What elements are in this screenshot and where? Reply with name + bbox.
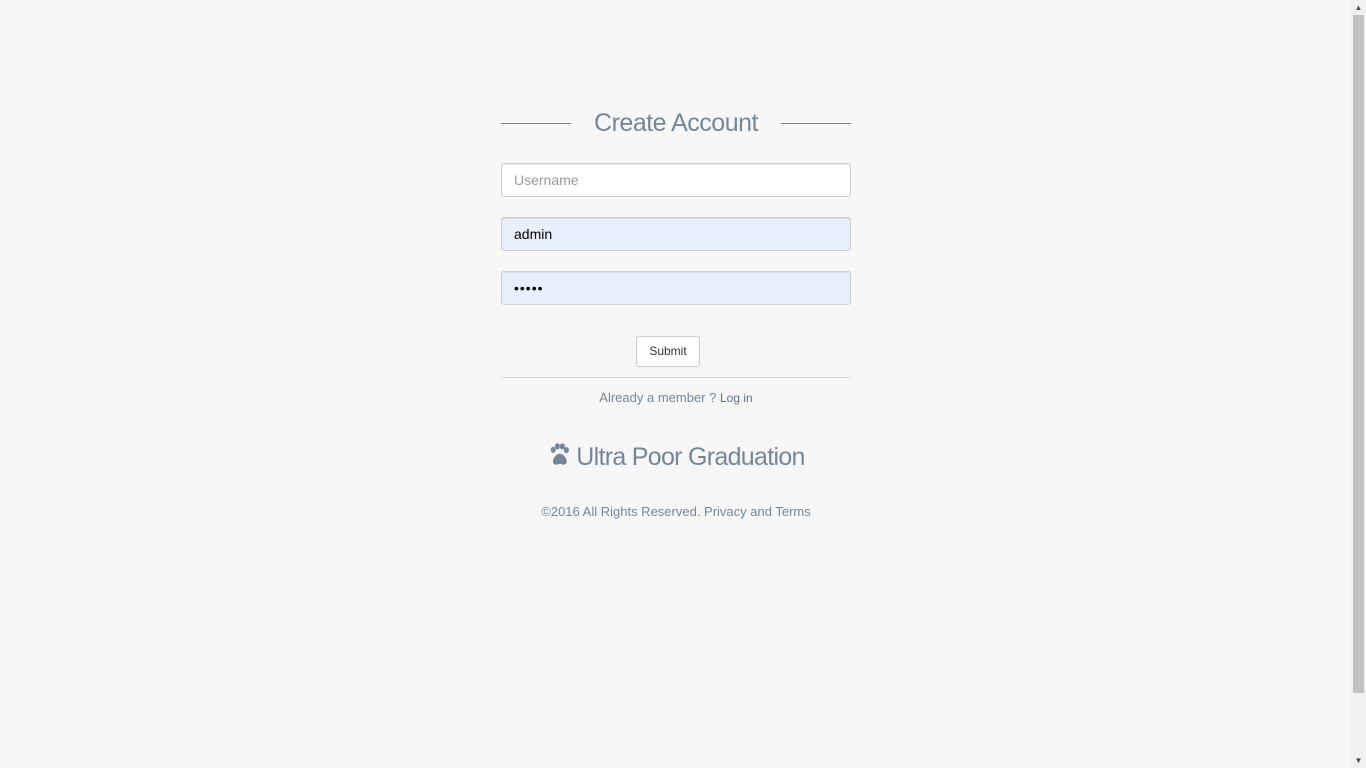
submit-button[interactable]: Submit	[636, 336, 700, 367]
scroll-down-icon[interactable]: ▼	[1351, 753, 1366, 768]
title-divider-left	[501, 123, 571, 124]
brand: Ultra Poor Graduation	[501, 442, 851, 474]
create-account-form: Create Account Submit Already a member ?…	[501, 100, 851, 519]
login-link[interactable]: Log in	[720, 391, 753, 405]
copyright-text: ©2016 All Rights Reserved. Privacy and T…	[541, 504, 811, 519]
password-input[interactable]	[501, 271, 851, 305]
vertical-scrollbar[interactable]: ▲ ▼	[1351, 0, 1366, 768]
separator	[501, 377, 851, 378]
brand-name: Ultra Poor Graduation	[576, 443, 805, 471]
paw-icon	[547, 442, 572, 474]
email-input[interactable]	[501, 217, 851, 251]
scroll-up-icon[interactable]: ▲	[1351, 0, 1366, 15]
form-header: Create Account	[501, 100, 851, 146]
title-divider-right	[781, 123, 851, 124]
username-input[interactable]	[501, 163, 851, 197]
submit-row: Submit	[501, 336, 851, 367]
already-member-row: Already a member ? Log in	[501, 390, 851, 405]
already-member-text: Already a member ?	[599, 390, 717, 405]
scrollbar-thumb[interactable]	[1353, 15, 1364, 693]
page: Create Account Submit Already a member ?…	[0, 0, 1351, 768]
